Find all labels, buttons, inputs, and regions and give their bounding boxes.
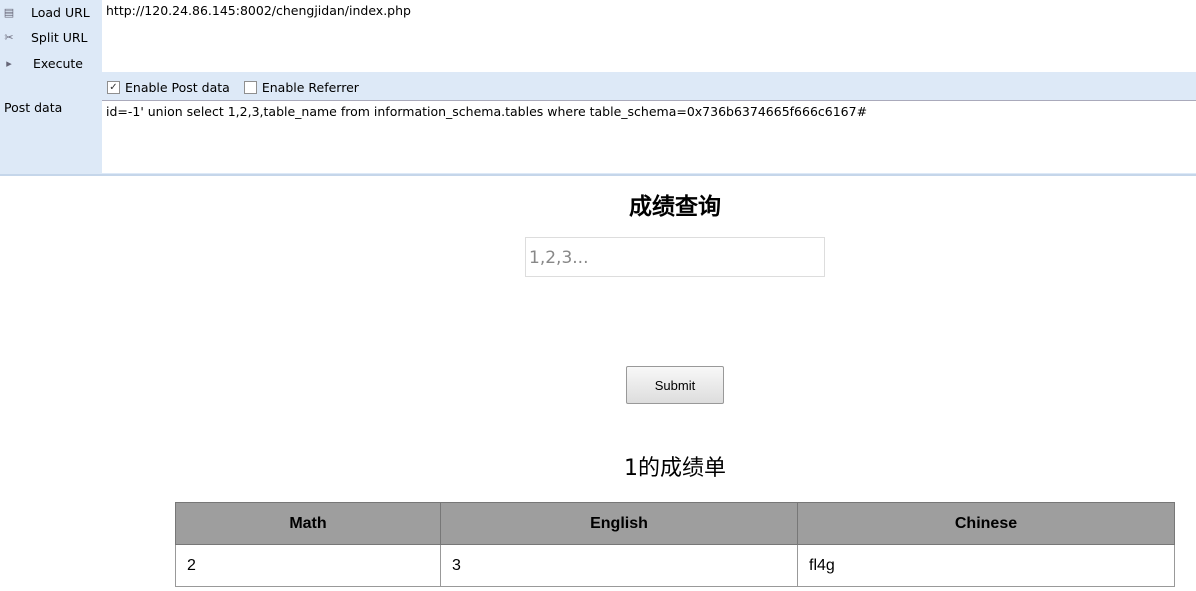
- submit-button[interactable]: Submit: [626, 366, 724, 404]
- enable-referrer-label: Enable Referrer: [261, 79, 359, 95]
- execute-button[interactable]: ▸ Execute: [0, 51, 102, 75]
- scissors-icon: ✂: [4, 30, 14, 44]
- page-title: 成绩查询: [629, 194, 721, 220]
- enable-post-checkbox[interactable]: ✓: [107, 80, 120, 94]
- hackbar-panel: ▤ Load URL ✂ Split URL ▸ Execute http://120…: [0, 0, 1196, 176]
- id-input[interactable]: 1,2,3...: [525, 237, 825, 277]
- table-row: 2 3 fl4g: [175, 544, 1175, 587]
- header-english: English: [440, 502, 798, 545]
- url-input[interactable]: http://120.24.86.145:8002/chengjidan/ind…: [102, 0, 1196, 72]
- load-url-button[interactable]: ▤ Load URL: [0, 0, 102, 24]
- post-data-input[interactable]: id=-1' union select 1,2,3,table_name fro…: [102, 100, 1196, 173]
- cell-english: 3: [440, 544, 798, 587]
- enable-referrer-checkbox[interactable]: [243, 80, 257, 94]
- header-math: Math: [175, 502, 441, 545]
- result-title: 1的成绩单: [624, 456, 726, 481]
- cell-chinese: fl4g: [797, 544, 1175, 587]
- post-data-label: Post data: [4, 100, 63, 115]
- load-icon: ▤: [3, 5, 15, 19]
- score-table: Math English Chinese 2 3 fl4g: [175, 502, 1175, 587]
- play-icon: ▸: [6, 56, 12, 70]
- split-url-button[interactable]: ✂ Split URL: [0, 25, 102, 49]
- cell-math: 2: [175, 544, 441, 587]
- header-chinese: Chinese: [797, 502, 1175, 545]
- enable-post-label: Enable Post data: [125, 79, 230, 95]
